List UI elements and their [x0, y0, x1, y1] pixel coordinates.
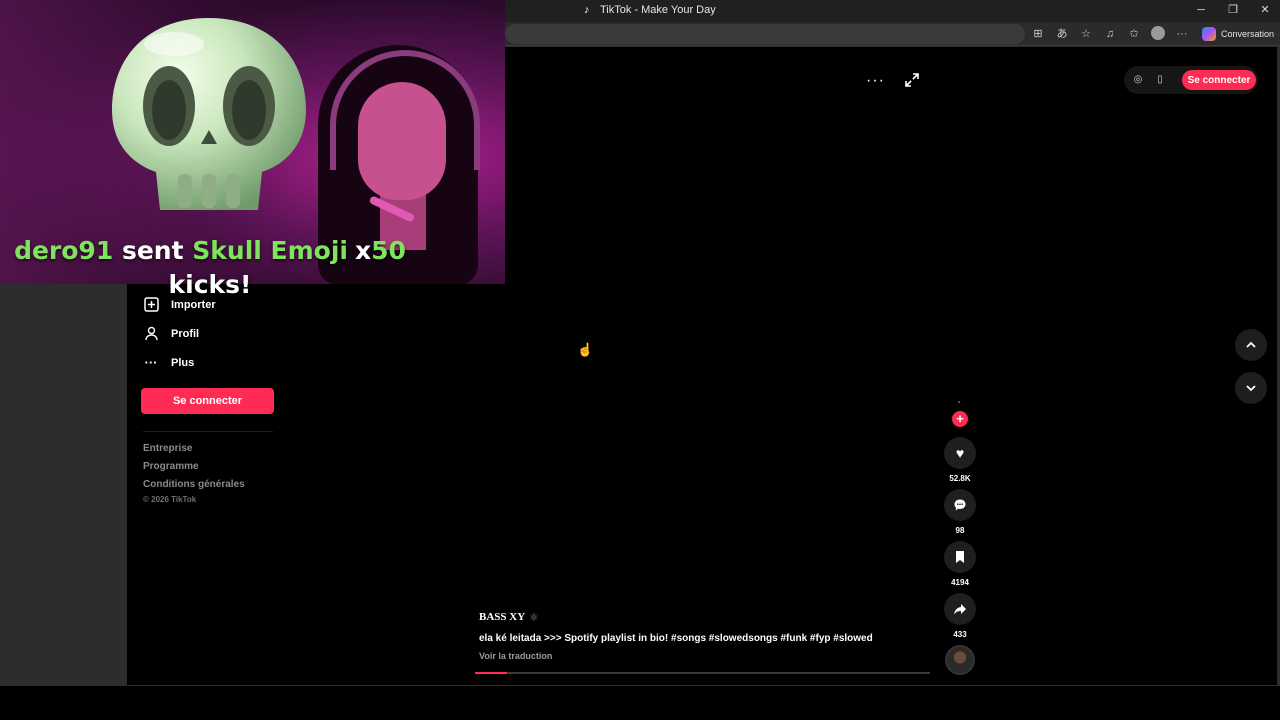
header-login-button[interactable]: Se connecter — [1182, 70, 1256, 90]
copilot-button[interactable]: Conversation ⌄ — [1202, 27, 1280, 41]
video-progress-fill — [475, 672, 507, 674]
gift-sender: dero91 — [14, 236, 114, 265]
creator-avatar-icon[interactable]: ◔ — [956, 398, 961, 407]
tiktok-icon: ♪ — [584, 4, 590, 16]
copilot-label: Conversation — [1221, 29, 1275, 39]
footer-link-program[interactable]: Programme — [143, 461, 199, 472]
plus-square-icon — [143, 297, 159, 313]
sidebar-item-profile[interactable]: Profil — [143, 326, 199, 342]
share-arrow-icon — [954, 604, 966, 615]
previous-video-button[interactable] — [1235, 329, 1267, 361]
phone-icon[interactable]: ▯ — [1154, 74, 1166, 86]
video-progress-bar[interactable] — [475, 672, 930, 674]
footer-link-terms[interactable]: Conditions générales — [143, 479, 245, 490]
sidebar-login-button[interactable]: Se connecter — [141, 388, 274, 414]
apps-icon[interactable]: ⊞ — [1030, 26, 1046, 42]
taskbar-area — [0, 686, 1280, 720]
chevron-down-icon — [1246, 385, 1256, 392]
sidebar-item-upload[interactable]: Importer — [143, 297, 216, 313]
comment-button[interactable] — [944, 489, 976, 521]
comment-count: 98 — [955, 526, 965, 535]
next-video-button[interactable] — [1235, 372, 1267, 404]
close-button[interactable]: ✕ — [1258, 3, 1272, 17]
atom-icon: ⚛ — [529, 612, 539, 624]
browser-menu-icon[interactable]: ··· — [1174, 26, 1190, 42]
profile-icon[interactable] — [1150, 26, 1166, 42]
chevron-up-icon — [1246, 341, 1256, 348]
profile-avatar — [1151, 26, 1165, 40]
comment-icon — [954, 499, 966, 511]
sidebar-divider — [143, 431, 273, 432]
tab-title-text: TikTok - Make Your Day — [600, 4, 716, 16]
gift-count: 50 — [371, 236, 406, 265]
more-dots-icon: ··· — [144, 355, 158, 370]
sidebar-item-label: Profil — [171, 328, 200, 340]
footer-link-company[interactable]: Entreprise — [143, 443, 192, 454]
heart-icon: ♥ — [955, 445, 965, 461]
fullscreen-icon[interactable] — [904, 72, 920, 88]
window-controls: ─ ❐ ✕ — [1194, 3, 1272, 17]
mouse-cursor-icon: ☝ — [577, 342, 594, 357]
screen: ♪ TikTok - Make Your Day ─ ❐ ✕ ⊞ あ ☆ ♫ ✩… — [0, 0, 1280, 720]
see-translation-link[interactable]: Voir la traduction — [479, 651, 552, 661]
minimize-button[interactable]: ─ — [1194, 3, 1208, 17]
save-count: 4194 — [951, 578, 969, 587]
gift-alert-line-2: kicks! — [168, 270, 252, 299]
person-icon — [143, 326, 159, 342]
compass-icon[interactable]: ◎ — [1132, 74, 1144, 86]
translate-icon[interactable]: あ — [1054, 26, 1070, 42]
copilot-icon — [1202, 27, 1216, 41]
favorites-icon[interactable]: ✩ — [1126, 26, 1142, 42]
video-author[interactable]: BASS XY — [479, 611, 525, 623]
music-disc-avatar[interactable] — [945, 645, 975, 675]
skull-emoji-icon — [112, 18, 306, 210]
toolbar-icons: ⊞ あ ☆ ♫ ✩ ··· Conversation ⌄ — [1030, 26, 1280, 42]
video-caption: ela ké leitada >>> Spotify playlist in b… — [479, 633, 873, 644]
sidebar-item-more[interactable]: ··· Plus — [143, 355, 195, 371]
share-button[interactable] — [944, 593, 976, 625]
save-button[interactable] — [944, 541, 976, 573]
like-button[interactable]: ♥ — [944, 437, 976, 469]
extensions-icon[interactable]: ♫ — [1102, 26, 1118, 42]
bookmark-icon — [956, 551, 964, 563]
browser-tab[interactable]: ♪ TikTok - Make Your Day — [584, 4, 716, 16]
gift-name: Skull Emoji — [192, 236, 348, 265]
sidebar-item-label: Importer — [171, 299, 216, 311]
gift-multiplier-prefix: x — [354, 236, 372, 265]
restore-button[interactable]: ❐ — [1226, 3, 1240, 17]
stream-webcam-overlay: dero91 sent Skull Emoji x50 — [0, 0, 505, 284]
sidebar-item-label: Plus — [171, 357, 195, 369]
address-input[interactable] — [505, 24, 1025, 44]
follow-button[interactable]: + — [952, 411, 968, 427]
like-count: 52.8K — [949, 474, 971, 483]
video-more-button[interactable]: ··· — [866, 72, 885, 90]
favorite-star-icon[interactable]: ☆ — [1078, 26, 1094, 42]
share-count: 433 — [953, 630, 967, 639]
copyright: © 2026 TikTok — [143, 495, 197, 504]
gift-verb: sent — [121, 236, 184, 265]
gift-alert-line-1: dero91 sent Skull Emoji x50 — [0, 236, 420, 265]
